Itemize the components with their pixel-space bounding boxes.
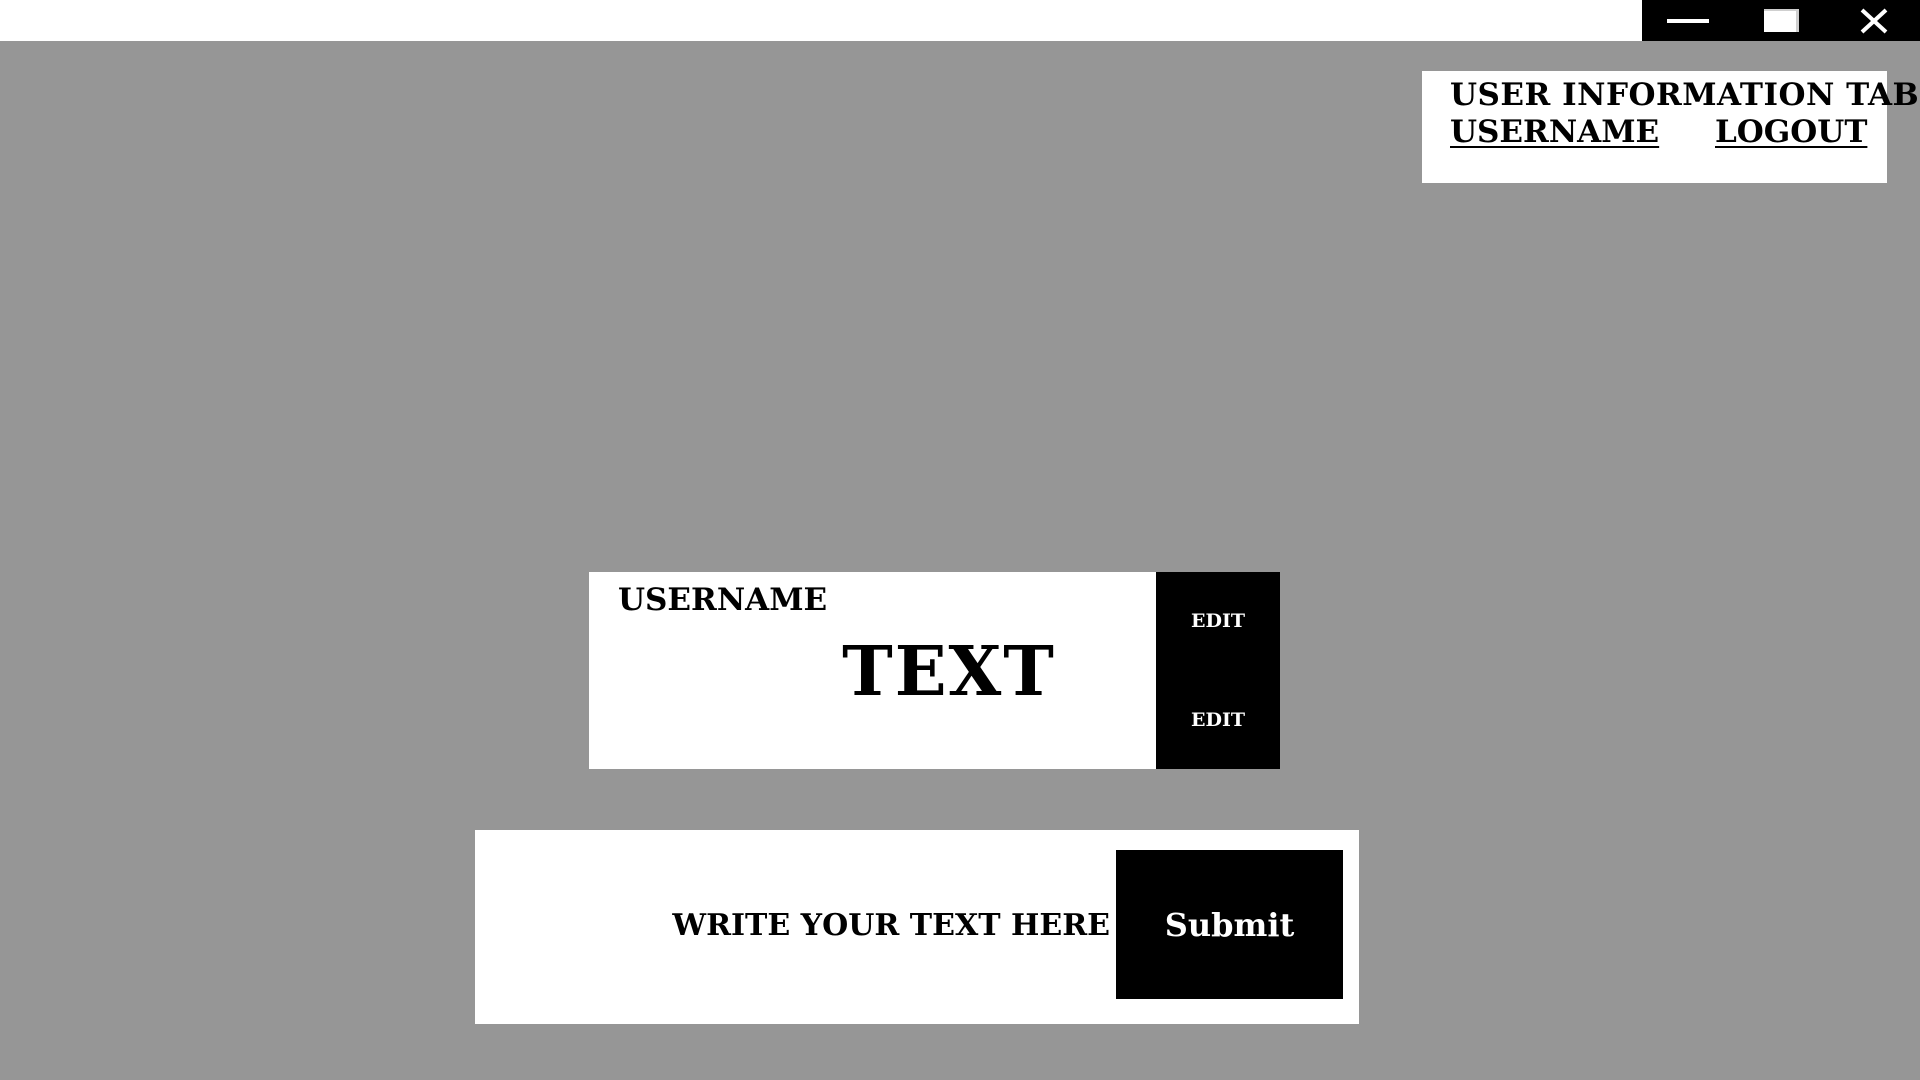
compose-box: Submit <box>475 830 1359 1024</box>
edit-column: EDIT EDIT <box>1156 572 1280 769</box>
post-card: USERNAME TEXT EDIT EDIT <box>589 572 1280 769</box>
close-icon <box>1860 8 1888 33</box>
minimize-button[interactable] <box>1642 0 1735 41</box>
maximize-button[interactable] <box>1735 0 1828 41</box>
submit-button[interactable]: Submit <box>1116 850 1343 999</box>
post-username: USERNAME <box>618 582 828 618</box>
edit-text-button[interactable]: EDIT <box>1181 701 1255 739</box>
window-controls <box>1642 0 1920 41</box>
user-panel-title: USER INFORMATION TAB <box>1450 77 1920 113</box>
compose-text-input[interactable] <box>485 850 1110 1000</box>
window-titlebar <box>0 0 1920 41</box>
username-link[interactable]: USERNAME <box>1450 114 1659 150</box>
post-text: TEXT <box>842 632 1056 712</box>
edit-username-button[interactable]: EDIT <box>1181 602 1255 640</box>
user-information-panel: USER INFORMATION TAB USERNAME LOGOUT <box>1422 71 1919 183</box>
minimize-icon <box>1667 18 1710 23</box>
close-button[interactable] <box>1827 0 1920 41</box>
maximize-icon <box>1763 9 1799 32</box>
logout-link[interactable]: LOGOUT <box>1715 114 1867 150</box>
